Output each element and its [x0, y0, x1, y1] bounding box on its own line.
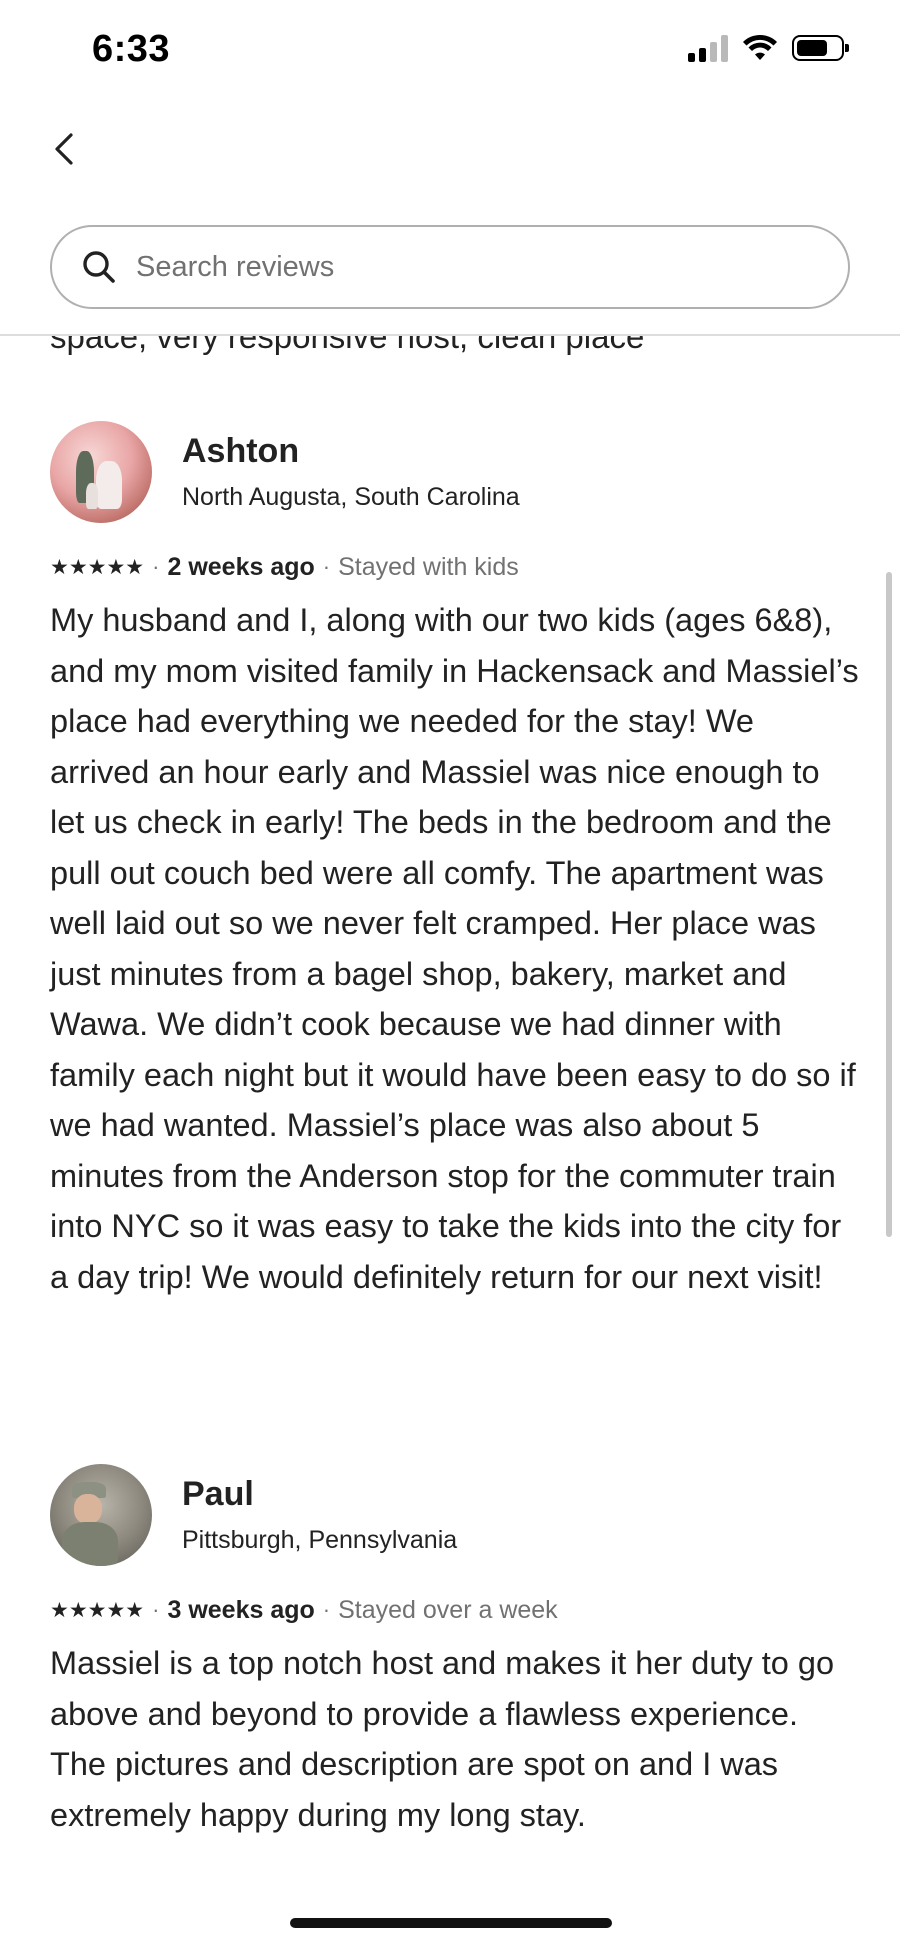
status-time: 6:33	[92, 28, 171, 70]
stay-type: Stayed with kids	[338, 552, 519, 581]
cellular-signal-icon	[688, 34, 728, 62]
star-rating-icon: ★★★★★	[50, 555, 145, 579]
separator: ·	[322, 1597, 331, 1622]
status-bar: 6:33	[0, 0, 900, 100]
review-card: Ashton North Augusta, South Carolina ★★★…	[50, 421, 860, 1302]
reviewer-location: North Augusta, South Carolina	[182, 483, 520, 511]
reviewer-location: Pittsburgh, Pennsylvania	[182, 1526, 458, 1554]
review-meta: ★★★★★ · 2 weeks ago · Stayed with kids	[50, 549, 860, 585]
search-icon	[83, 251, 115, 283]
separator: ·	[152, 1597, 160, 1622]
home-indicator[interactable]	[290, 1918, 612, 1928]
reviewer-name: Paul	[182, 1475, 254, 1513]
avatar[interactable]	[50, 421, 152, 523]
back-button[interactable]	[44, 126, 84, 172]
review-card: Paul Pittsburgh, Pennsylvania ★★★★★ · 3 …	[50, 1464, 860, 1840]
review-text: Massiel is a top notch host and makes it…	[50, 1645, 835, 1833]
review-text: My husband and I, along with our two kid…	[50, 602, 859, 1295]
reviews-screen: 6:33 Search reviews space, very responsi…	[0, 0, 900, 1947]
status-icons	[688, 34, 849, 62]
separator: ·	[322, 554, 331, 579]
chevron-left-icon	[55, 133, 73, 165]
review-date: 3 weeks ago	[167, 1595, 315, 1624]
scrollbar[interactable]	[886, 572, 892, 1237]
search-bar[interactable]	[50, 225, 850, 309]
review-meta: ★★★★★ · 3 weeks ago · Stayed over a week	[50, 1592, 860, 1628]
reviews-list[interactable]: space, very responsive host, clean place…	[0, 336, 900, 1896]
reviewer-info: Paul Pittsburgh, Pennsylvania	[182, 1472, 457, 1558]
avatar[interactable]	[50, 1464, 152, 1566]
review-header: Paul Pittsburgh, Pennsylvania	[50, 1464, 860, 1566]
wifi-icon	[743, 34, 777, 60]
separator: ·	[152, 554, 160, 579]
search-input[interactable]	[136, 250, 776, 284]
battery-icon	[792, 35, 849, 61]
previous-review-text-fragment: space, very responsive host, clean place	[50, 336, 645, 355]
reviewer-info: Ashton North Augusta, South Carolina	[182, 429, 520, 515]
star-rating-icon: ★★★★★	[50, 1598, 145, 1622]
review-date: 2 weeks ago	[167, 552, 315, 581]
reviewer-name: Ashton	[182, 432, 300, 470]
review-header: Ashton North Augusta, South Carolina	[50, 421, 860, 523]
stay-type: Stayed over a week	[338, 1595, 558, 1624]
